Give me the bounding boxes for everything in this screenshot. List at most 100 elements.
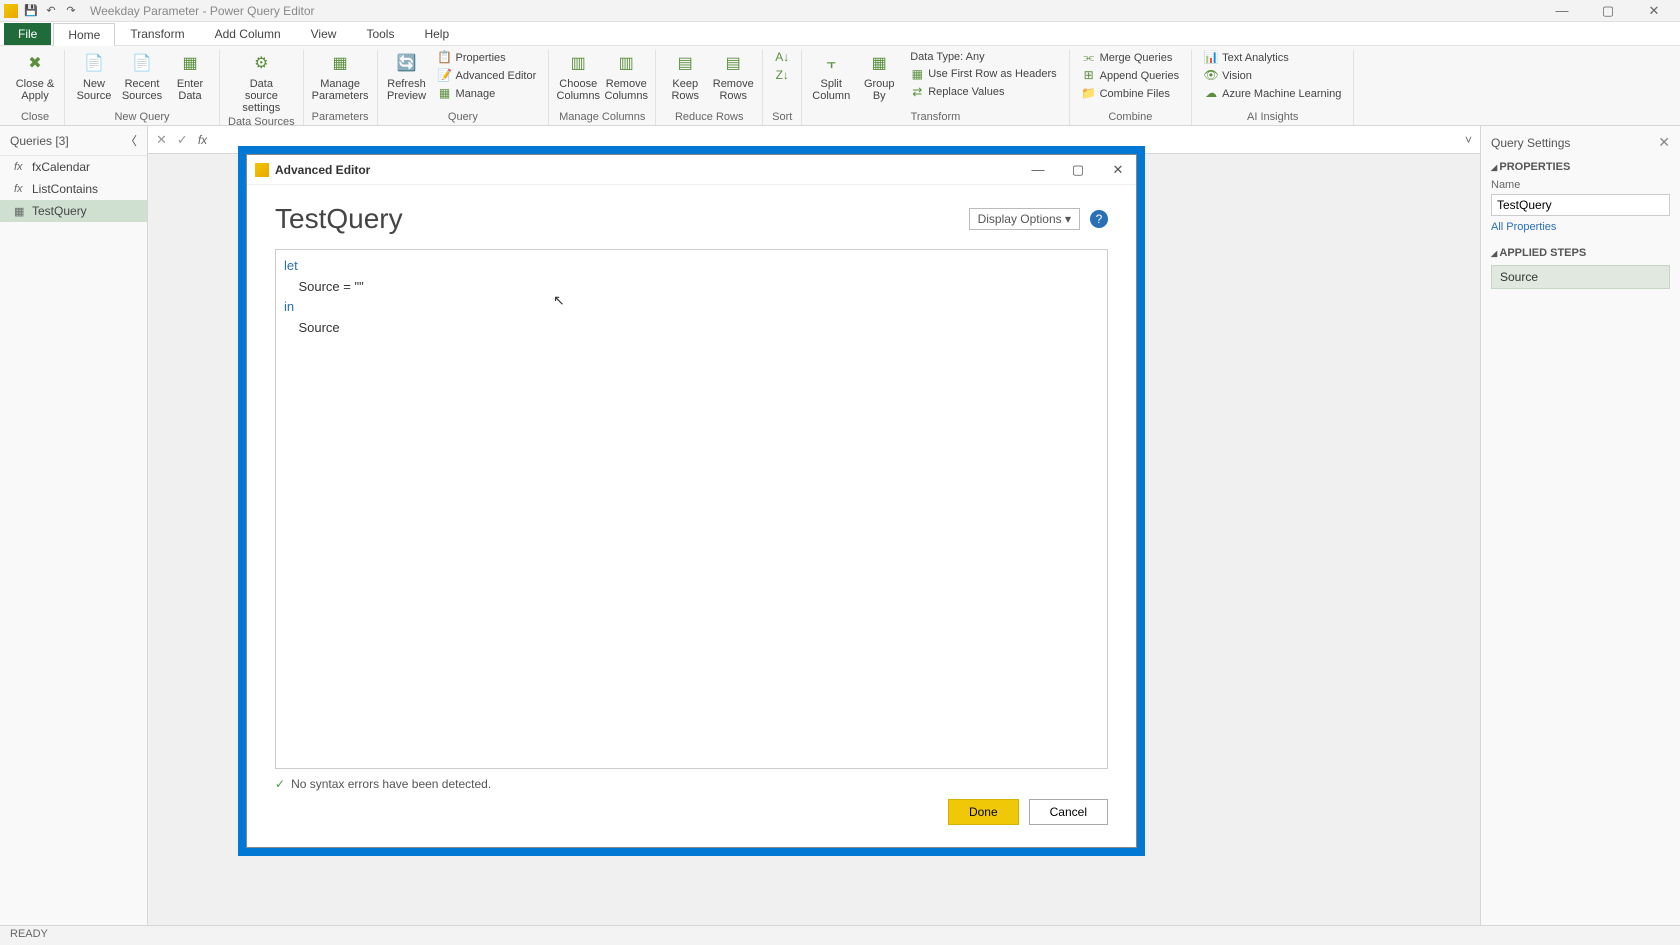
dialog-titlebar[interactable]: Advanced Editor — ▢ ✕: [247, 155, 1136, 185]
display-options-button[interactable]: Display Options ▾: [969, 208, 1080, 230]
table-icon: [14, 205, 26, 217]
query-item-testquery[interactable]: TestQuery: [0, 200, 147, 222]
formula-input[interactable]: [217, 133, 1455, 147]
close-apply-button[interactable]: ✖Close & Apply: [14, 50, 56, 102]
append-queries-button[interactable]: ⊞Append Queries: [1078, 68, 1184, 84]
vision-icon: 👁: [1204, 69, 1218, 83]
all-properties-link[interactable]: All Properties: [1491, 221, 1670, 233]
azure-ml-button[interactable]: ☁Azure Machine Learning: [1200, 86, 1345, 102]
properties-button[interactable]: 📋Properties: [434, 50, 541, 66]
parameter-icon: ▦: [326, 52, 354, 76]
name-label: Name: [1491, 179, 1670, 191]
combine-files-button[interactable]: 📁Combine Files: [1078, 86, 1184, 102]
fx-icon[interactable]: fx: [198, 133, 207, 147]
recent-icon: 📄: [128, 52, 156, 76]
name-input[interactable]: [1491, 194, 1670, 216]
sort-asc-button[interactable]: A↓: [771, 50, 793, 66]
tab-add-column[interactable]: Add Column: [200, 22, 296, 45]
applied-steps-header[interactable]: APPLIED STEPS: [1491, 247, 1670, 259]
keep-rows-icon: ▤: [671, 52, 699, 76]
window-title: Weekday Parameter - Power Query Editor: [90, 4, 315, 18]
table-icon: ▦: [176, 52, 204, 76]
code-editor[interactable]: let Source = "" in Source: [275, 249, 1108, 769]
close-icon: ✖: [21, 52, 49, 76]
minimize-button[interactable]: —: [1548, 3, 1576, 19]
dialog-maximize-button[interactable]: ▢: [1068, 162, 1088, 178]
split-icon: ⫟: [817, 52, 845, 76]
function-icon: fx: [14, 183, 26, 195]
new-source-button[interactable]: 📄New Source: [73, 50, 115, 102]
dialog-close-button[interactable]: ✕: [1108, 162, 1128, 178]
append-icon: ⊞: [1082, 69, 1096, 83]
advanced-editor-button[interactable]: 📝Advanced Editor: [434, 68, 541, 84]
editor-icon: 📝: [438, 69, 452, 83]
cancel-button[interactable]: Cancel: [1029, 799, 1108, 825]
collapse-panel-icon[interactable]: 〈: [125, 132, 137, 149]
query-item-fxcalendar[interactable]: fxfxCalendar: [0, 156, 147, 178]
sort-desc-icon: Z↓: [775, 69, 789, 83]
data-source-settings-button[interactable]: ⚙Data source settings: [235, 50, 287, 114]
undo-icon[interactable]: ↶: [44, 4, 58, 18]
manage-parameters-button[interactable]: ▦Manage Parameters: [314, 50, 366, 102]
close-panel-icon[interactable]: ✕: [1658, 134, 1670, 151]
refresh-preview-button[interactable]: 🔄Refresh Preview: [386, 50, 428, 102]
properties-header[interactable]: PROPERTIES: [1491, 161, 1670, 173]
group-sort: Sort: [772, 109, 792, 125]
step-source[interactable]: Source: [1491, 265, 1670, 289]
remove-rows-button[interactable]: ▤Remove Rows: [712, 50, 754, 102]
azure-icon: ☁: [1204, 87, 1218, 101]
enter-data-button[interactable]: ▦Enter Data: [169, 50, 211, 102]
remove-columns-button[interactable]: ▥Remove Columns: [605, 50, 647, 102]
queries-panel: Queries [3] 〈 fxfxCalendar fxListContain…: [0, 126, 148, 925]
maximize-button[interactable]: ▢: [1594, 3, 1622, 19]
manage-button[interactable]: ▦Manage: [434, 86, 541, 102]
merge-queries-button[interactable]: ⫘Merge Queries: [1078, 50, 1184, 66]
first-row-headers-button[interactable]: ▦Use First Row as Headers: [906, 66, 1060, 82]
group-close: Close: [21, 109, 49, 125]
tab-help[interactable]: Help: [409, 22, 464, 45]
checkmark-icon: ✓: [275, 777, 285, 791]
tab-home[interactable]: Home: [53, 23, 115, 46]
query-item-listcontains[interactable]: fxListContains: [0, 178, 147, 200]
remove-column-icon: ▥: [612, 52, 640, 76]
remove-rows-icon: ▤: [719, 52, 747, 76]
choose-columns-button[interactable]: ▥Choose Columns: [557, 50, 599, 102]
close-button[interactable]: ✕: [1640, 3, 1668, 19]
advanced-editor-dialog: Advanced Editor — ▢ ✕ TestQuery Display …: [246, 154, 1137, 848]
tab-transform[interactable]: Transform: [115, 22, 199, 45]
group-by-button[interactable]: ▦Group By: [858, 50, 900, 102]
sort-desc-button[interactable]: Z↓: [771, 68, 793, 84]
help-icon[interactable]: ?: [1090, 210, 1108, 228]
header-icon: ▦: [910, 67, 924, 81]
ribbon: ✖Close & Apply Close 📄New Source 📄Recent…: [0, 46, 1680, 126]
vision-button[interactable]: 👁Vision: [1200, 68, 1345, 84]
status-bar: READY: [0, 925, 1680, 945]
dialog-minimize-button[interactable]: —: [1028, 162, 1048, 178]
tab-tools[interactable]: Tools: [351, 22, 409, 45]
split-column-button[interactable]: ⫟Split Column: [810, 50, 852, 102]
save-icon[interactable]: 💾: [24, 4, 38, 18]
refresh-icon: 🔄: [393, 52, 421, 76]
group-icon: ▦: [865, 52, 893, 76]
center-area: ✕ ✓ fx ˅ Advanced Editor — ▢ ✕: [148, 126, 1480, 925]
cancel-formula-icon[interactable]: ✕: [156, 132, 167, 148]
columns-icon: ▥: [564, 52, 592, 76]
gear-icon: ⚙: [247, 52, 275, 76]
dialog-heading: TestQuery: [275, 203, 403, 235]
data-type-button[interactable]: Data Type: Any: [906, 50, 1060, 64]
recent-sources-button[interactable]: 📄Recent Sources: [121, 50, 163, 102]
quick-access-toolbar: 💾 ↶ ↷: [24, 4, 78, 18]
settings-title: Query Settings: [1491, 136, 1570, 150]
ribbon-tabs: File Home Transform Add Column View Tool…: [0, 22, 1680, 46]
tab-file[interactable]: File: [4, 23, 51, 45]
accept-formula-icon[interactable]: ✓: [177, 132, 188, 148]
redo-icon[interactable]: ↷: [64, 4, 78, 18]
done-button[interactable]: Done: [948, 799, 1019, 825]
formula-dropdown-icon[interactable]: ˅: [1465, 133, 1472, 147]
replace-values-button[interactable]: ⇄Replace Values: [906, 84, 1060, 100]
keep-rows-button[interactable]: ▤Keep Rows: [664, 50, 706, 102]
text-analytics-button[interactable]: 📊Text Analytics: [1200, 50, 1345, 66]
group-manage-columns: Manage Columns: [559, 109, 645, 125]
tab-view[interactable]: View: [296, 22, 352, 45]
queries-header: Queries [3]: [10, 134, 69, 148]
